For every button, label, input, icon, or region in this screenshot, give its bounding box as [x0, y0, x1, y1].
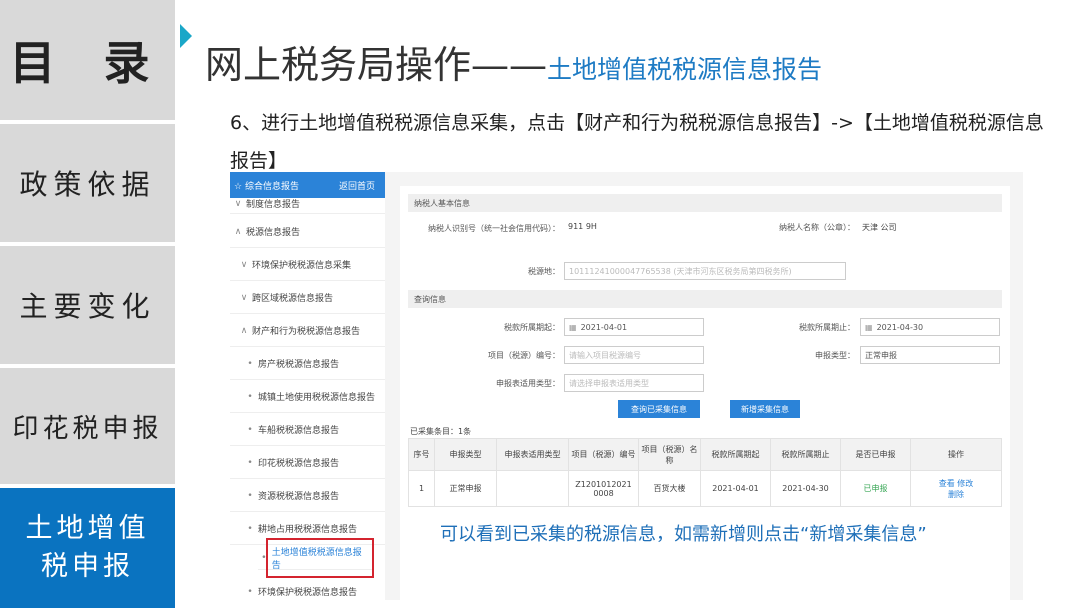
nav-item[interactable]: ∨ 环境保护税税源信息采集 — [230, 249, 385, 281]
period-start-label: 税款所属期起： — [504, 323, 560, 332]
page-title-main: 网上税务局操作—— — [205, 43, 548, 87]
tax-place-select[interactable]: 10111241000047765538 (天津市河东区税务局第四税务所) — [564, 262, 846, 280]
collected-count: 已采集条目：1条 — [410, 427, 472, 436]
col-header: 是否已申报 — [840, 438, 911, 471]
view-link[interactable]: 查看 — [939, 479, 955, 488]
step-instruction: 6、进行土地增值税税源信息采集，点击【财产和行为税税源信息报告】->【土地增值税… — [230, 112, 1044, 172]
cell-start: 2021-04-01 — [700, 470, 771, 507]
table-of-contents: 目 录 政策依据 主要变化 印花税申报 土地增值税申报 — [0, 0, 175, 608]
col-header: 项目（税源）编号 — [568, 438, 639, 471]
nav-item[interactable]: • 房产税税源信息报告 — [230, 348, 385, 380]
delete-link[interactable]: 删除 — [948, 490, 964, 499]
col-header: 操作 — [910, 438, 1002, 471]
table-header-row: 序号 申报类型 申报表适用类型 项目（税源）编号 项目（税源）名称 税款所属期起… — [408, 438, 1002, 471]
toc-item-changes[interactable]: 主要变化 — [0, 246, 175, 364]
form-type-select[interactable]: 请选择申报表适用类型 — [564, 374, 704, 392]
nav-item[interactable]: ∧ 税源信息报告 — [230, 216, 385, 248]
taxpayer-name-value: 天津 公司 — [862, 223, 897, 232]
cell-type: 正常申报 — [434, 470, 497, 507]
taxpayer-id-value: 911 9H — [568, 222, 597, 231]
calendar-icon: ▦ — [569, 322, 577, 332]
nav-item[interactable]: • 环境保护税税源信息报告 — [230, 576, 385, 600]
col-header: 申报表适用类型 — [496, 438, 569, 471]
edit-link[interactable]: 修改 — [957, 479, 973, 488]
page-subtitle: 土地增值税税源信息报告 — [547, 55, 823, 84]
cell-name: 百货大楼 — [638, 470, 701, 507]
col-header: 序号 — [408, 438, 435, 471]
declare-type-select[interactable]: 正常申报 — [860, 346, 1000, 364]
toc-item-policy[interactable]: 政策依据 — [0, 124, 175, 242]
col-header: 项目（税源）名称 — [638, 438, 701, 471]
cell-index: 1 — [408, 470, 435, 507]
nav-item[interactable]: ∨ 跨区域税源信息报告 — [230, 282, 385, 314]
cell-declared-status: 已申报 — [840, 470, 911, 507]
period-start-input[interactable]: ▦ 2021-04-01 — [564, 318, 704, 336]
add-collection-button[interactable]: 新增采集信息 — [730, 400, 800, 418]
nav-header-title: ☆ 综合信息报告 — [234, 181, 299, 192]
toc-item-stamp-tax[interactable]: 印花税申报 — [0, 368, 175, 484]
cell-code: Z1201012021 0008 — [568, 470, 639, 507]
section-query-info: 查询信息 — [408, 290, 1002, 308]
calendar-icon: ▦ — [865, 322, 873, 332]
item-code-label: 项目（税源）编号： — [488, 351, 560, 360]
title-marker-icon — [180, 24, 192, 48]
col-header: 税款所属期止 — [770, 438, 841, 471]
table-row: 1 正常申报 Z1201012021 0008 百货大楼 2021-04-01 … — [408, 470, 1002, 507]
back-home-link[interactable]: 返回首页 — [339, 179, 375, 192]
nav-item[interactable]: ∧ 财产和行为税税源信息报告 — [230, 315, 385, 347]
toc-item-land-tax-active[interactable]: 土地增值税申报 — [0, 488, 175, 608]
form-type-label: 申报表适用类型： — [496, 379, 560, 388]
nav-item[interactable]: • 城镇土地使用税税源信息报告 — [230, 381, 385, 413]
explanation-note: 可以看到已采集的税源信息，如需新增则点击“新增采集信息” — [440, 524, 927, 545]
item-code-input[interactable]: 请输入项目税源编号 — [564, 346, 704, 364]
tax-place-label: 税源地： — [528, 267, 560, 276]
cell-form — [496, 470, 569, 507]
page-title: 网上税务局操作——土地增值税税源信息报告 — [205, 34, 822, 89]
query-collected-button[interactable]: 查询已采集信息 — [618, 400, 700, 418]
cell-end: 2021-04-30 — [770, 470, 841, 507]
nav-item[interactable]: • 车船税税源信息报告 — [230, 414, 385, 446]
taxpayer-name-label: 纳税人名称（公章）： — [779, 223, 855, 232]
declare-type-label: 申报类型： — [815, 351, 855, 360]
nav-item[interactable]: ∨ 制度信息报告 — [230, 194, 385, 214]
col-header: 税款所属期起 — [700, 438, 771, 471]
period-end-label: 税款所属期止： — [799, 323, 855, 332]
col-header: 申报类型 — [434, 438, 497, 471]
toc-title: 目 录 — [0, 0, 175, 120]
nav-item[interactable]: • 资源税税源信息报告 — [230, 480, 385, 512]
nav-item-land-tax-highlighted[interactable]: • 土地增值税税源信息报告 — [258, 537, 375, 578]
period-end-input[interactable]: ▦ 2021-04-30 — [860, 318, 1000, 336]
section-taxpayer-info: 纳税人基本信息 — [408, 194, 1002, 212]
results-table: 序号 申报类型 申报表适用类型 项目（税源）编号 项目（税源）名称 税款所属期起… — [408, 438, 1002, 507]
side-navigation: ☆ 综合信息报告 返回首页 ∨ 制度信息报告 ∧ 税源信息报告 ∨ 环境保护税税源信息… — [230, 172, 385, 600]
cell-actions: 查看 修改 删除 — [910, 470, 1002, 507]
taxpayer-id-label: 纳税人识别号（统一社会信用代码）： — [428, 224, 560, 233]
nav-item[interactable]: • 印花税税源信息报告 — [230, 447, 385, 479]
